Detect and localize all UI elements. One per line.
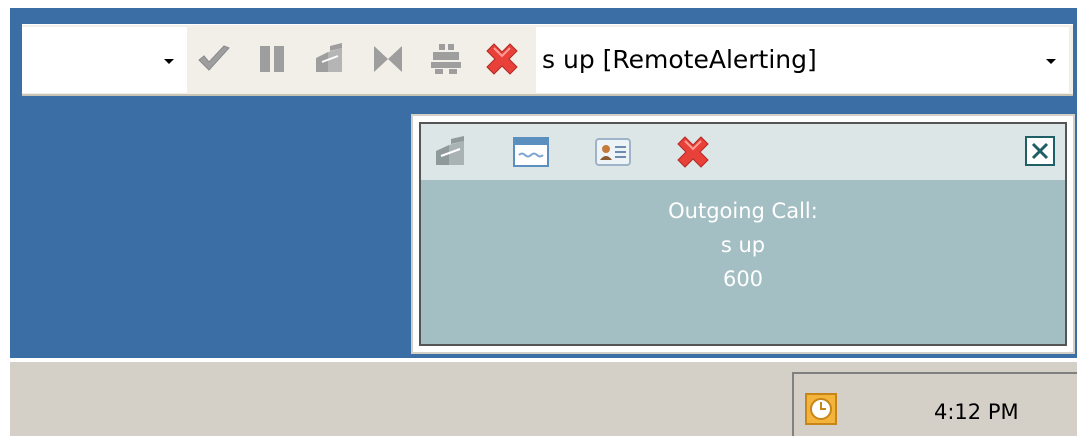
call-info: Outgoing Call: s up 600 [421,194,1065,296]
transfer-icon[interactable] [431,132,471,172]
transfer-icon[interactable] [310,39,350,79]
keypad-icon[interactable] [426,39,466,79]
caller-name-text: s up [720,233,766,257]
popup-frame: Outgoing Call: s up 600 [419,122,1067,346]
line-select-combo[interactable] [22,27,187,93]
call-notification-popup: Outgoing Call: s up 600 [411,114,1075,354]
phone-toolbar: s up [RemoteAlerting] [22,24,1073,96]
popup-close-button[interactable] [1025,136,1055,166]
window-icon[interactable] [511,132,551,172]
active-call-text: s up [RemoteAlerting] [542,45,817,74]
active-call-combo[interactable]: s up [RemoteAlerting] [536,27,1069,93]
hold-icon[interactable] [252,39,292,79]
chevron-down-icon [164,58,174,64]
hangup-icon[interactable] [482,39,522,79]
popup-toolbar [421,124,1065,180]
caller-number-text: 600 [722,267,764,291]
system-tray: 4:12 PM [792,372,1077,436]
active-call-dropdown-button[interactable] [1039,49,1063,73]
taskbar-clock[interactable]: 4:12 PM [934,400,1019,424]
call-status-text: Outgoing Call: [668,199,818,223]
clock-app-icon[interactable] [804,392,838,426]
answer-icon[interactable] [194,39,234,79]
close-icon [1031,142,1049,160]
chevron-down-icon [1046,58,1056,64]
line-select-dropdown-button[interactable] [157,49,181,73]
conference-icon[interactable] [368,39,408,79]
contact-card-icon[interactable] [593,132,633,172]
hangup-icon[interactable] [673,132,713,172]
taskbar: 4:12 PM [10,362,1077,436]
